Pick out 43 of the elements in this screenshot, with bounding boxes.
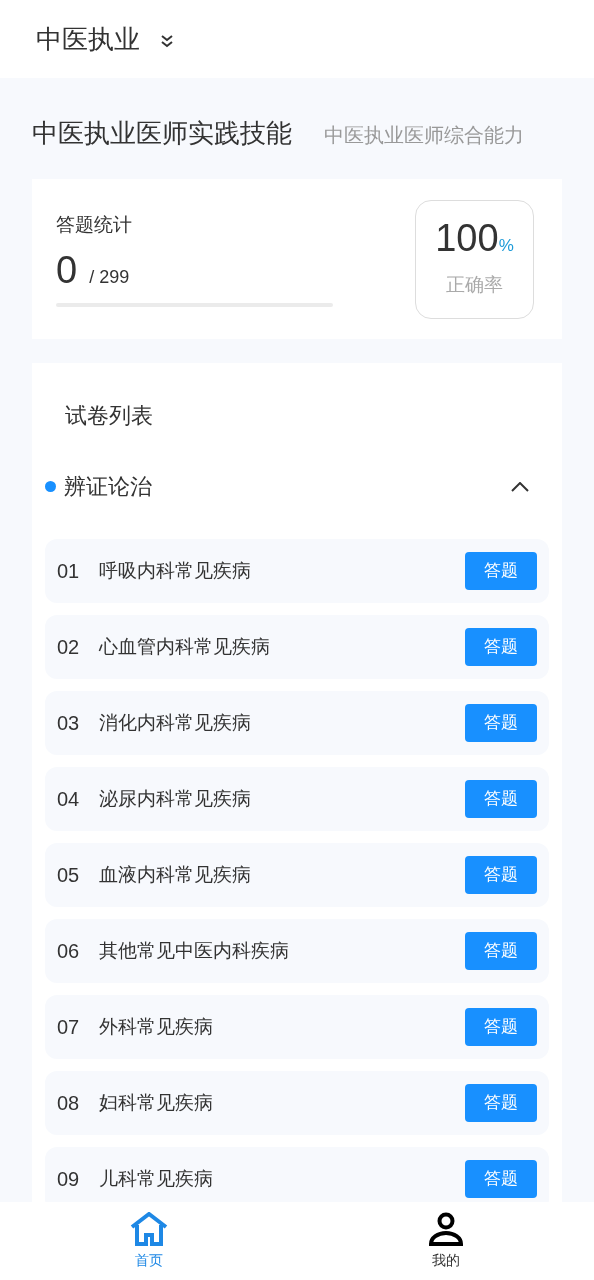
stats-title: 答题统计 bbox=[56, 212, 133, 237]
paper-row[interactable]: 06 其他常见中医内科疾病 答题 bbox=[45, 919, 549, 983]
paper-name: 泌尿内科常见疾病 bbox=[99, 786, 252, 811]
section-title[interactable]: 辨证论治 bbox=[64, 470, 152, 503]
paper-name: 儿科常见疾病 bbox=[99, 1166, 214, 1191]
paper-row[interactable]: 09 儿科常见疾病 答题 bbox=[45, 1147, 549, 1202]
paper-number: 09 bbox=[57, 1167, 81, 1192]
double-chevron-icon[interactable] bbox=[160, 34, 174, 48]
tab-label[interactable]: 我的 bbox=[431, 1249, 460, 1271]
paper-row[interactable]: 08 妇科常见疾病 答题 bbox=[45, 1071, 549, 1135]
paper-row[interactable]: 01 呼吸内科常见疾病 答题 bbox=[45, 539, 549, 603]
paper-number: 04 bbox=[57, 787, 81, 812]
home-icon[interactable] bbox=[129, 1211, 168, 1246]
paper-name: 呼吸内科常见疾病 bbox=[99, 558, 252, 583]
total-count: / 299 bbox=[89, 266, 130, 290]
header-title[interactable]: 中医执业 bbox=[36, 19, 140, 59]
paper-name: 心血管内科常见疾病 bbox=[99, 634, 271, 659]
subject-tab[interactable]: 中医执业医师实践技能 bbox=[32, 114, 292, 153]
tab-label[interactable]: 首页 bbox=[134, 1249, 163, 1271]
person-icon[interactable] bbox=[426, 1211, 465, 1246]
paper-name: 其他常见中医内科疾病 bbox=[99, 938, 290, 963]
paper-row[interactable]: 02 心血管内科常见疾病 答题 bbox=[45, 615, 549, 679]
paper-number: 05 bbox=[57, 863, 81, 888]
paper-number: 03 bbox=[57, 711, 81, 736]
paper-row[interactable]: 04 泌尿内科常见疾病 答题 bbox=[45, 767, 549, 831]
paper-name: 消化内科常见疾病 bbox=[99, 710, 252, 735]
paper-number: 01 bbox=[57, 559, 81, 584]
paper-row[interactable]: 07 外科常见疾病 答题 bbox=[45, 995, 549, 1059]
list-title: 试卷列表 bbox=[64, 402, 154, 430]
accuracy-label: 正确率 bbox=[446, 272, 503, 297]
paper-number: 02 bbox=[57, 635, 81, 660]
paper-row[interactable]: 05 血液内科常见疾病 答题 bbox=[45, 843, 549, 907]
paper-name: 外科常见疾病 bbox=[99, 1014, 214, 1039]
paper-number: 06 bbox=[57, 939, 81, 964]
accuracy-value: 100 bbox=[435, 219, 499, 257]
paper-number: 07 bbox=[57, 1015, 81, 1040]
paper-name: 血液内科常见疾病 bbox=[99, 862, 252, 887]
percent-sign: % bbox=[498, 236, 514, 257]
answered-count: 0 bbox=[56, 251, 78, 290]
chevron-up-icon[interactable] bbox=[511, 481, 529, 492]
paper-row[interactable]: 03 消化内科常见疾病 答题 bbox=[45, 691, 549, 755]
paper-name: 妇科常见疾病 bbox=[99, 1090, 214, 1115]
paper-number: 08 bbox=[57, 1091, 81, 1116]
